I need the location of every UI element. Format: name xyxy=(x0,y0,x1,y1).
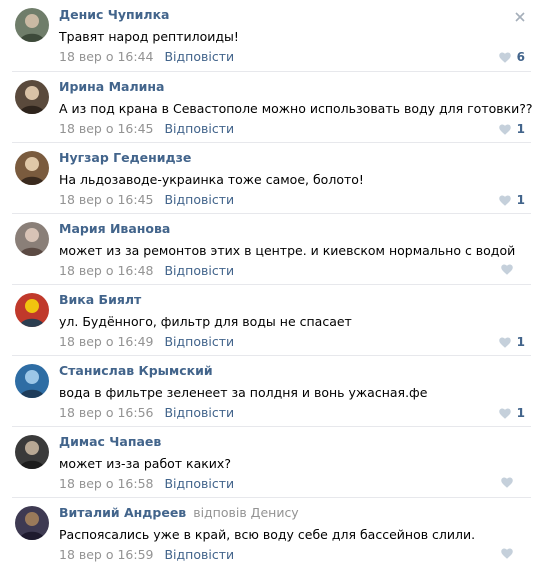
like-count: 1 xyxy=(517,122,525,136)
close-icon[interactable] xyxy=(515,10,525,25)
author-name[interactable]: Ирина Малина xyxy=(59,79,164,94)
comment-date[interactable]: 18 вер о 16:58 xyxy=(59,476,154,491)
comment-date[interactable]: 18 вер о 16:56 xyxy=(59,405,154,420)
like-count: 1 xyxy=(517,406,525,420)
comment-item: Нугзар Геденидзе На льдозаводе-украинка … xyxy=(0,142,543,213)
author-name[interactable]: Вика Биялт xyxy=(59,292,141,307)
heart-icon xyxy=(499,337,511,348)
heart-icon xyxy=(501,548,513,559)
comment-body: Димас Чапаев может из-за работ каких? 18… xyxy=(12,426,531,497)
author-line: Станислав Крымский xyxy=(59,363,216,378)
like-button[interactable]: 1 xyxy=(499,122,525,136)
comment-date[interactable]: 18 вер о 16:45 xyxy=(59,121,154,136)
comment-item: Виталий Андреев відповів Денису Распояса… xyxy=(0,497,543,568)
avatar[interactable] xyxy=(15,222,49,256)
comments-list: Денис Чупилка Травят народ рептилоиды! 1… xyxy=(0,0,543,568)
author-line: Нугзар Геденидзе xyxy=(59,150,194,165)
comment-meta: 18 вер о 16:48 Відповісти xyxy=(59,263,234,278)
avatar[interactable] xyxy=(15,435,49,469)
like-button[interactable] xyxy=(501,264,525,275)
comment-body: Виталий Андреев відповів Денису Распояса… xyxy=(12,497,531,568)
author-name[interactable]: Нугзар Геденидзе xyxy=(59,150,191,165)
comment-date[interactable]: 18 вер о 16:48 xyxy=(59,263,154,278)
avatar[interactable] xyxy=(15,8,49,42)
author-name[interactable]: Денис Чупилка xyxy=(59,7,170,22)
comment-meta: 18 вер о 16:44 Відповісти xyxy=(59,49,234,64)
author-line: Димас Чапаев xyxy=(59,434,164,449)
heart-icon xyxy=(501,477,513,488)
comment-meta: 18 вер о 16:49 Відповісти xyxy=(59,334,234,349)
reply-to-label[interactable]: відповів Денису xyxy=(193,505,299,520)
comment-text: Травят народ рептилоиды! xyxy=(59,29,239,44)
comment-item: Станислав Крымский вода в фильтре зелене… xyxy=(0,355,543,426)
avatar[interactable] xyxy=(15,293,49,327)
comment-date[interactable]: 18 вер о 16:59 xyxy=(59,547,154,562)
like-count: 1 xyxy=(517,193,525,207)
comment-text: вода в фильтре зеленеет за полдня и вонь… xyxy=(59,385,427,400)
comment-meta: 18 вер о 16:59 Відповісти xyxy=(59,547,234,562)
comment-item: Ирина Малина А из под крана в Севастопол… xyxy=(0,71,543,142)
comment-body: Станислав Крымский вода в фильтре зелене… xyxy=(12,355,531,426)
comment-text: На льдозаводе-украинка тоже самое, болот… xyxy=(59,172,364,187)
comment-text: может из-за работ каких? xyxy=(59,456,231,471)
author-name[interactable]: Димас Чапаев xyxy=(59,434,161,449)
avatar[interactable] xyxy=(15,151,49,185)
comment-item: Димас Чапаев может из-за работ каких? 18… xyxy=(0,426,543,497)
heart-icon xyxy=(499,408,511,419)
like-button[interactable]: 1 xyxy=(499,193,525,207)
reply-button[interactable]: Відповісти xyxy=(164,49,234,64)
author-line: Мария Иванова xyxy=(59,221,173,236)
reply-button[interactable]: Відповісти xyxy=(164,405,234,420)
avatar[interactable] xyxy=(15,80,49,114)
like-button[interactable] xyxy=(501,477,525,488)
avatar[interactable] xyxy=(15,364,49,398)
reply-button[interactable]: Відповісти xyxy=(164,476,234,491)
comment-body: Денис Чупилка Травят народ рептилоиды! 1… xyxy=(12,0,531,71)
comment-text: ул. Будённого, фильтр для воды не спасае… xyxy=(59,314,352,329)
author-name[interactable]: Мария Иванова xyxy=(59,221,170,236)
author-name[interactable]: Виталий Андреев xyxy=(59,505,186,520)
comment-meta: 18 вер о 16:58 Відповісти xyxy=(59,476,234,491)
like-count: 1 xyxy=(517,335,525,349)
heart-icon xyxy=(499,195,511,206)
heart-icon xyxy=(501,264,513,275)
reply-button[interactable]: Відповісти xyxy=(164,121,234,136)
reply-button[interactable]: Відповісти xyxy=(164,547,234,562)
like-button[interactable] xyxy=(501,548,525,559)
avatar[interactable] xyxy=(15,506,49,540)
reply-button[interactable]: Відповісти xyxy=(164,192,234,207)
author-line: Денис Чупилка xyxy=(59,7,173,22)
comment-date[interactable]: 18 вер о 16:44 xyxy=(59,49,154,64)
comment-text: Распоясались уже в край, всю воду себе д… xyxy=(59,527,475,542)
like-button[interactable]: 1 xyxy=(499,406,525,420)
comment-body: Нугзар Геденидзе На льдозаводе-украинка … xyxy=(12,142,531,213)
reply-button[interactable]: Відповісти xyxy=(164,263,234,278)
comment-date[interactable]: 18 вер о 16:45 xyxy=(59,192,154,207)
comment-body: Мария Иванова может из за ремонтов этих … xyxy=(12,213,531,284)
reply-button[interactable]: Відповісти xyxy=(164,334,234,349)
comment-meta: 18 вер о 16:45 Відповісти xyxy=(59,192,234,207)
like-count: 6 xyxy=(517,50,525,64)
comment-text: может из за ремонтов этих в центре. и ки… xyxy=(59,243,515,258)
heart-icon xyxy=(499,52,511,63)
heart-icon xyxy=(499,124,511,135)
like-button[interactable]: 6 xyxy=(499,50,525,64)
like-button[interactable]: 1 xyxy=(499,335,525,349)
comment-item: Денис Чупилка Травят народ рептилоиды! 1… xyxy=(0,0,543,71)
author-line: Виталий Андреев відповів Денису xyxy=(59,505,299,520)
comment-body: Ирина Малина А из под крана в Севастопол… xyxy=(12,71,531,142)
comment-item: Мария Иванова может из за ремонтов этих … xyxy=(0,213,543,284)
comment-item: Вика Биялт ул. Будённого, фильтр для вод… xyxy=(0,284,543,355)
comment-text: А из под крана в Севастополе можно испол… xyxy=(59,101,533,116)
comment-meta: 18 вер о 16:45 Відповісти xyxy=(59,121,234,136)
author-line: Ирина Малина xyxy=(59,79,167,94)
comment-date[interactable]: 18 вер о 16:49 xyxy=(59,334,154,349)
author-line: Вика Биялт xyxy=(59,292,144,307)
author-name[interactable]: Станислав Крымский xyxy=(59,363,213,378)
comment-meta: 18 вер о 16:56 Відповісти xyxy=(59,405,234,420)
comment-body: Вика Биялт ул. Будённого, фильтр для вод… xyxy=(12,284,531,355)
